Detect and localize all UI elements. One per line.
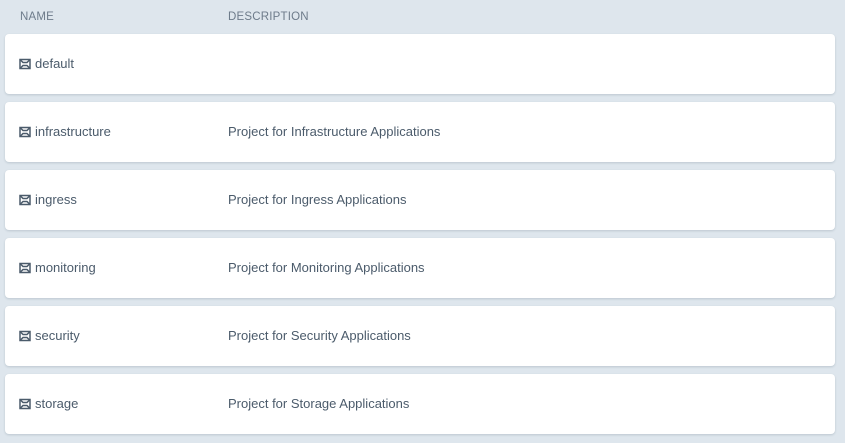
- project-name-cell: security: [19, 328, 80, 343]
- project-row-infrastructure[interactable]: infrastructure Project for Infrastructur…: [5, 102, 835, 162]
- project-name[interactable]: default: [35, 56, 74, 71]
- name-column-header[interactable]: NAME: [20, 11, 54, 23]
- project-icon: [19, 330, 31, 342]
- project-row-security[interactable]: security Project for Security Applicatio…: [5, 306, 835, 366]
- project-name-cell: storage: [19, 396, 78, 411]
- project-description: Project for Security Applications: [228, 328, 411, 343]
- project-icon: [19, 194, 31, 206]
- table-header: NAME DESCRIPTION: [0, 0, 845, 34]
- project-description: Project for Infrastructure Applications: [228, 124, 441, 139]
- project-name-cell: default: [19, 56, 74, 71]
- project-description: Project for Monitoring Applications: [228, 260, 425, 275]
- project-icon: [19, 262, 31, 274]
- project-name-cell: monitoring: [19, 260, 96, 275]
- project-list: default infrastructure Project for Infra…: [5, 34, 835, 442]
- project-row-default[interactable]: default: [5, 34, 835, 94]
- description-column-header[interactable]: DESCRIPTION: [228, 11, 309, 23]
- project-name[interactable]: infrastructure: [35, 124, 111, 139]
- project-icon: [19, 58, 31, 70]
- project-name-cell: infrastructure: [19, 124, 111, 139]
- project-description: Project for Storage Applications: [228, 396, 410, 411]
- project-name[interactable]: storage: [35, 396, 78, 411]
- project-icon: [19, 398, 31, 410]
- project-name[interactable]: ingress: [35, 192, 77, 207]
- project-row-monitoring[interactable]: monitoring Project for Monitoring Applic…: [5, 238, 835, 298]
- project-row-storage[interactable]: storage Project for Storage Applications: [5, 374, 835, 434]
- project-description: Project for Ingress Applications: [228, 192, 407, 207]
- project-row-ingress[interactable]: ingress Project for Ingress Applications: [5, 170, 835, 230]
- project-name[interactable]: monitoring: [35, 260, 96, 275]
- project-name-cell: ingress: [19, 192, 77, 207]
- project-name[interactable]: security: [35, 328, 80, 343]
- project-icon: [19, 126, 31, 138]
